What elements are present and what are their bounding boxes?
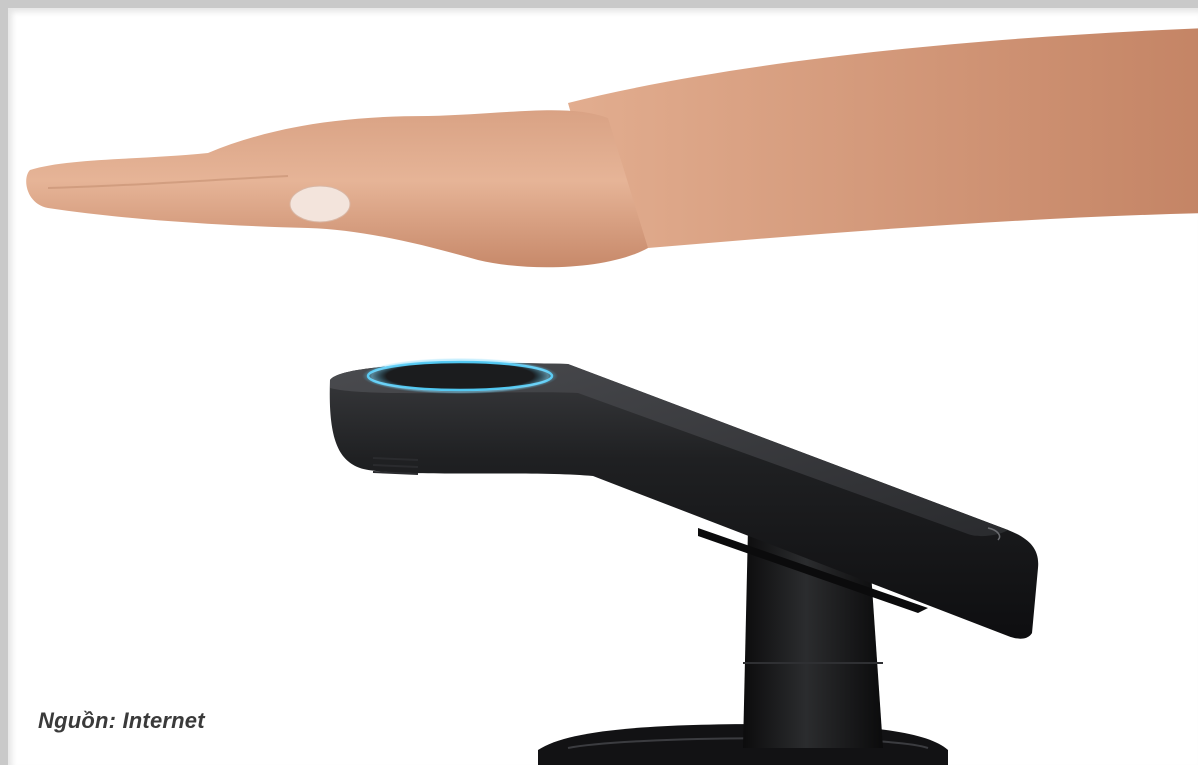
image-frame: Nguồn: Internet (0, 0, 1198, 765)
palm-scanner-photo (26, 28, 1198, 765)
scanner-body (329, 362, 1039, 639)
source-caption: Nguồn: Internet (38, 708, 205, 733)
thumbnail (289, 185, 351, 223)
arm (568, 28, 1198, 249)
